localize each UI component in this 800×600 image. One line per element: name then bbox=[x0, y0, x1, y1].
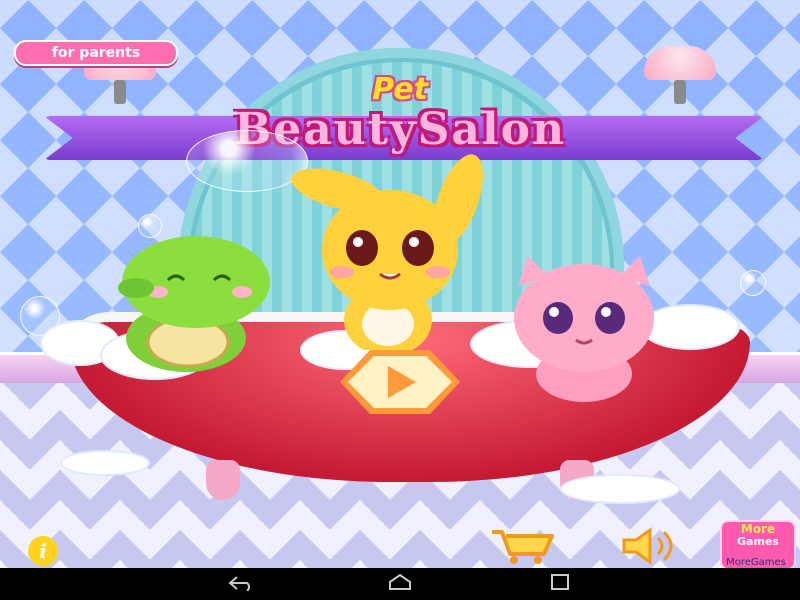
tub-foot bbox=[206, 460, 240, 500]
kitten-pet bbox=[514, 256, 654, 402]
back-icon[interactable] bbox=[220, 568, 260, 600]
play-icon bbox=[388, 366, 416, 398]
svg-text:i: i bbox=[39, 539, 47, 563]
foam bbox=[60, 450, 150, 476]
cart-icon[interactable] bbox=[488, 526, 558, 566]
title-line-pet: Pet bbox=[372, 72, 428, 107]
info-icon[interactable]: i bbox=[18, 534, 68, 568]
for-parents-button[interactable]: for parents bbox=[14, 40, 178, 66]
android-nav-bar bbox=[0, 568, 800, 600]
turtle-pet bbox=[118, 236, 270, 372]
more-games-face-label: More bbox=[740, 522, 776, 536]
bubble bbox=[740, 270, 766, 296]
more-games-label: Games bbox=[737, 535, 779, 548]
right-wall-lamp bbox=[644, 46, 716, 104]
recents-icon[interactable] bbox=[540, 568, 580, 600]
more-games-caption: MoreGames bbox=[726, 557, 786, 568]
bunny-pet bbox=[291, 154, 483, 350]
game-scene: for parents Pet BeautySalon i More Games… bbox=[0, 0, 800, 568]
foam bbox=[560, 474, 680, 504]
home-icon[interactable] bbox=[380, 568, 420, 600]
speaker-icon[interactable] bbox=[618, 526, 678, 566]
